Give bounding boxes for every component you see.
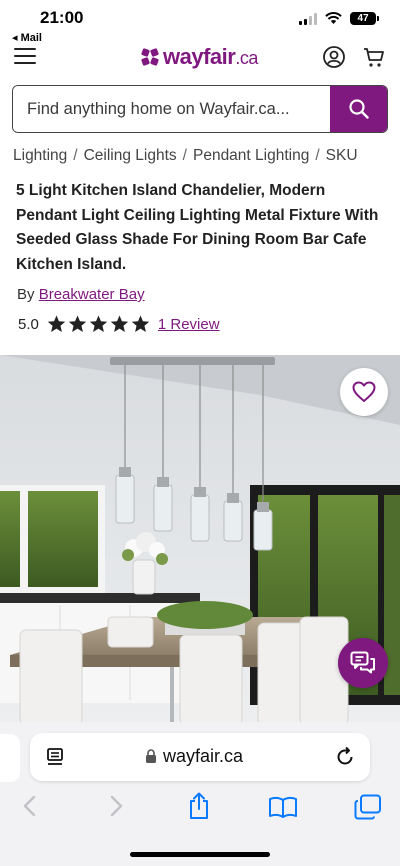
cellular-signal-icon <box>299 12 317 25</box>
favorite-button[interactable] <box>340 368 388 416</box>
brand-line: By Breakwater Bay <box>17 286 145 303</box>
reload-icon[interactable] <box>334 746 356 768</box>
tabs-icon[interactable] <box>354 794 382 820</box>
chat-icon <box>350 651 375 674</box>
breadcrumb-item-sku: SKU <box>325 147 358 164</box>
battery-icon: 47 <box>350 12 379 25</box>
rating-summary: 5.0 1 Review <box>18 315 220 333</box>
search-bar <box>12 85 388 133</box>
by-label: By <box>17 286 35 303</box>
star-rating <box>47 315 150 333</box>
page-format-icon[interactable] <box>46 747 66 767</box>
wayfair-pinwheel-icon <box>141 48 159 66</box>
address-bar[interactable]: wayfair.ca <box>30 733 370 781</box>
breadcrumb-separator: / <box>315 147 320 164</box>
previous-tab-peek[interactable] <box>0 734 20 782</box>
breadcrumb: Lighting / Ceiling Lights / Pendant Lighting… <box>13 147 400 165</box>
lock-icon <box>146 749 156 763</box>
chat-button[interactable] <box>338 638 388 688</box>
menu-icon[interactable] <box>14 48 36 64</box>
brand-link[interactable]: Breakwater Bay <box>39 286 145 303</box>
star-icon <box>47 315 66 332</box>
url-display: wayfair.ca <box>145 746 243 767</box>
star-icon <box>68 315 87 332</box>
heart-icon <box>352 381 376 402</box>
breadcrumb-item-ceiling-lights[interactable]: Ceiling Lights <box>84 147 177 164</box>
forward-icon[interactable] <box>108 794 124 818</box>
back-icon[interactable] <box>22 794 38 818</box>
url-text: wayfair.ca <box>163 746 244 766</box>
share-icon[interactable] <box>187 792 211 820</box>
search-button[interactable] <box>330 86 387 132</box>
star-icon <box>110 315 129 332</box>
site-header: wayfair.ca <box>0 40 400 76</box>
wifi-icon <box>325 12 342 24</box>
search-input[interactable] <box>13 86 330 132</box>
home-indicator[interactable] <box>130 852 270 857</box>
star-icon <box>131 315 150 332</box>
status-time: 21:00 <box>40 8 84 27</box>
logo-text: wayfair.ca <box>163 44 258 69</box>
status-icons: 47 <box>299 12 379 25</box>
browser-toolbar <box>0 790 400 826</box>
breadcrumb-separator: / <box>182 147 187 164</box>
breadcrumb-separator: / <box>73 147 78 164</box>
breadcrumb-item-lighting[interactable]: Lighting <box>13 147 67 164</box>
wayfair-logo[interactable]: wayfair.ca <box>140 44 258 70</box>
account-icon[interactable] <box>322 45 346 69</box>
star-icon <box>89 315 108 332</box>
breadcrumb-item-pendant-lighting[interactable]: Pendant Lighting <box>193 147 309 164</box>
rating-value: 5.0 <box>18 315 39 333</box>
reviews-link[interactable]: 1 Review <box>158 316 220 333</box>
product-title: 5 Light Kitchen Island Chandelier, Moder… <box>16 182 379 273</box>
search-icon <box>348 99 369 119</box>
status-bar: 21:00 ◂ Mail 47 <box>0 0 400 44</box>
bookmarks-icon[interactable] <box>268 796 298 818</box>
cart-icon[interactable] <box>362 45 386 69</box>
